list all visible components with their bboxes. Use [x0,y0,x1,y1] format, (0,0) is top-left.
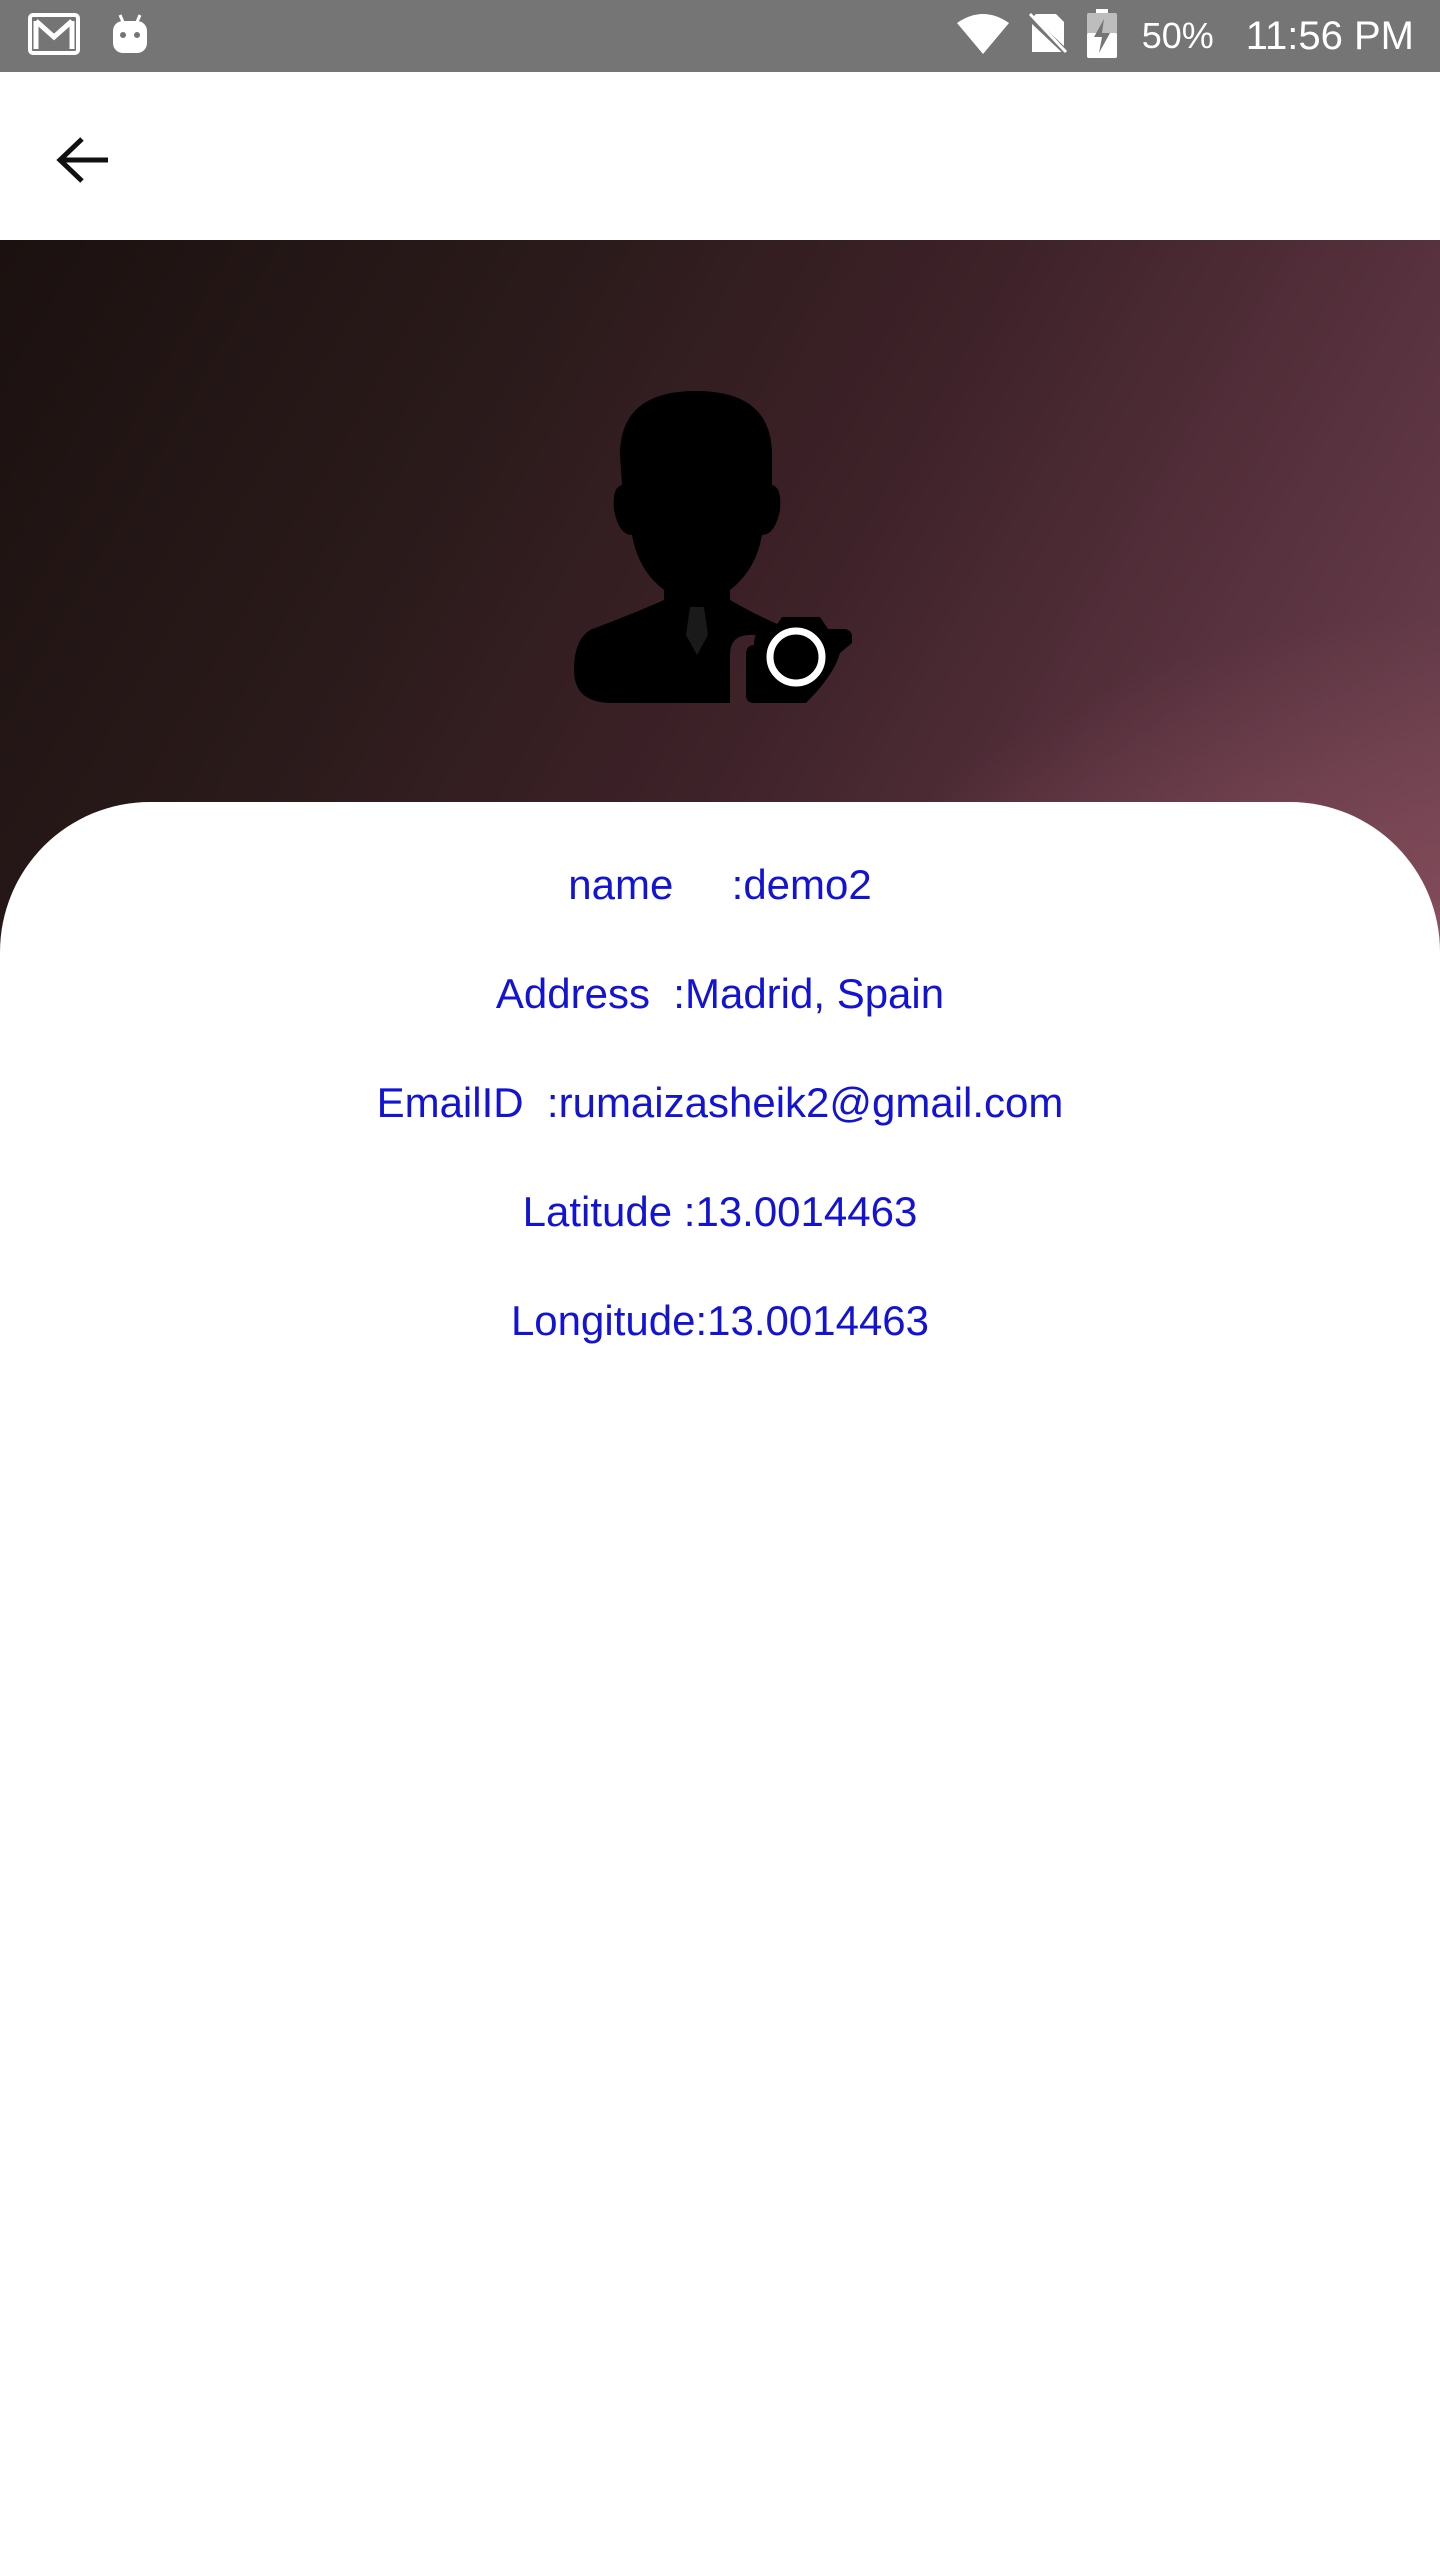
android-debug-icon [110,13,150,60]
address-row: Address :Madrid, Spain [495,970,945,1017]
gmail-icon [28,12,80,60]
app-bar [0,72,1440,240]
status-clock: 11:56 PM [1245,13,1414,58]
status-left-icons [28,0,150,72]
status-right-icons: 50% 11:56 PM [956,0,1414,72]
battery-percentage: 50% [1141,15,1214,56]
name-row: name :demo2 [568,861,872,908]
user-camera-icon [570,391,870,709]
arrow-back-icon [56,136,112,189]
longitude-row: Longitude:13.0014463 [510,1297,930,1344]
back-button[interactable] [36,114,132,210]
wifi-icon [956,13,1010,60]
profile-details-card: name :demo2 Address :Madrid, Spain Email… [0,802,1440,2560]
profile-avatar-button[interactable] [570,385,870,705]
status-bar: 50% 11:56 PM [0,0,1440,72]
no-sim-icon [1025,12,1070,61]
latitude-row: Latitude :13.0014463 [522,1188,918,1235]
email-row: EmailID :rumaizasheik2@gmail.com [376,1079,1064,1126]
battery-charging-icon [1086,8,1118,64]
